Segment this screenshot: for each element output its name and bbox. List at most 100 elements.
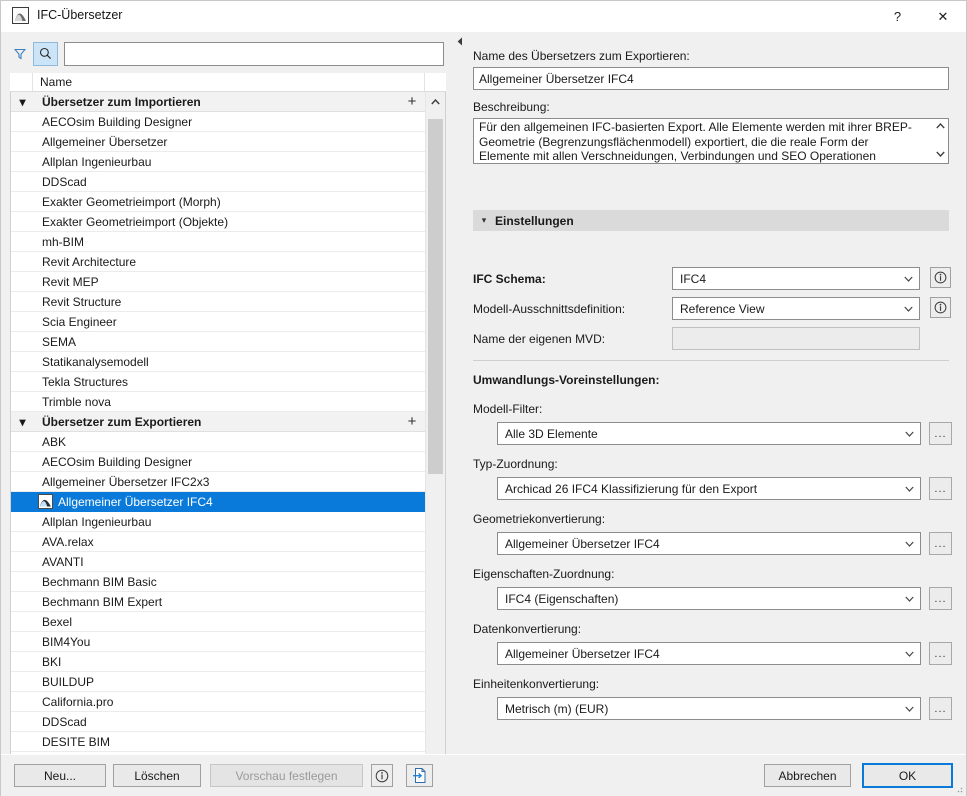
description-label: Beschreibung: [473,100,550,114]
typ-zuordnung-more-button[interactable]: ... [929,477,952,500]
add-import-translator-button[interactable]: + [399,93,425,110]
list-item[interactable]: Exakter Geometrieimport (Objekte) [11,212,425,232]
list-item[interactable]: Exakter Geometrieimport (Morph) [11,192,425,212]
list-item[interactable]: Bexel [11,612,425,632]
search-row [10,41,446,66]
list-item[interactable]: AECOsim Building Designer [11,452,425,472]
list-item[interactable]: DESITE BIM [11,732,425,752]
list-item[interactable]: DDScad [11,712,425,732]
mvd-info-button[interactable] [930,297,951,318]
chevron-down-icon[interactable] [897,276,919,282]
list-item[interactable]: Revit MEP [11,272,425,292]
chevron-down-icon[interactable] [898,431,920,437]
modell-filter-more-button[interactable]: ... [929,422,952,445]
list-item[interactable]: SEMA [11,332,425,352]
list-item-selected[interactable]: Allgemeiner Übersetzer IFC4 [11,492,425,512]
translator-settings-panel: Name des Übersetzers zum Exportieren: Be… [464,32,966,795]
panel-splitter[interactable] [456,32,464,795]
mvd-select[interactable]: Reference View [672,297,920,320]
archicad-icon [12,7,29,24]
footer-info-button[interactable] [371,764,393,787]
export-file-button[interactable] [406,764,433,787]
collapse-left-panel-icon[interactable] [456,35,464,47]
list-item[interactable]: BUILDUP [11,672,425,692]
resize-grip-icon[interactable] [953,783,963,793]
filter-icon[interactable] [10,43,30,65]
datenkonvertierung-more-button[interactable]: ... [929,642,952,665]
chevron-down-icon[interactable] [898,596,920,602]
description-scrollbar[interactable] [932,119,948,163]
new-button[interactable]: Neu... [14,764,106,787]
scroll-up-icon[interactable] [426,92,445,111]
list-item[interactable]: AVANTI [11,552,425,572]
list-item[interactable]: Statikanalysemodell [11,352,425,372]
chevron-down-icon[interactable] [898,706,920,712]
list-item-label-wrap: Allgemeiner Übersetzer IFC4 [34,494,425,509]
list-item[interactable]: Bechmann BIM Basic [11,572,425,592]
help-button[interactable]: ? [875,1,920,32]
list-item[interactable]: California.pro [11,692,425,712]
chevron-down-icon[interactable] [898,651,920,657]
list-item[interactable]: AVA.relax [11,532,425,552]
list-item[interactable]: ABK [11,432,425,452]
delete-button[interactable]: Löschen [113,764,201,787]
chevron-down-icon[interactable]: ▾ [11,415,34,429]
list-item[interactable]: Allplan Ingenieurbau [11,152,425,172]
scrollbar-thumb[interactable] [428,119,443,474]
list-item[interactable]: mh-BIM [11,232,425,252]
list-item[interactable]: BKI [11,652,425,672]
chevron-down-icon[interactable] [898,486,920,492]
ok-button[interactable]: OK [862,763,953,788]
einheitenkonvertierung-more-button[interactable]: ... [929,697,952,720]
description-textarea[interactable]: Für den allgemeinen IFC-basierten Export… [473,118,949,164]
list-item[interactable]: Allgemeiner Übersetzer [11,132,425,152]
list-group-export[interactable]: ▾ Übersetzer zum Exportieren + [11,412,425,432]
list-item[interactable]: Allplan Ingenieurbau [11,512,425,532]
list-group-label: Übersetzer zum Exportieren [34,415,399,429]
field-label-geometriekonvertierung: Geometriekonvertierung: [473,512,605,526]
list-item[interactable]: DDScad [11,172,425,192]
search-input[interactable] [64,42,444,66]
add-export-translator-button[interactable]: + [399,413,425,430]
list-item-label: BIM4You [34,635,425,649]
search-icon[interactable] [33,42,58,66]
ifc-schema-info-button[interactable] [930,267,951,288]
list-item[interactable]: AECOsim Building Designer [11,112,425,132]
description-scroll-up-icon[interactable] [932,119,948,133]
typ-zuordnung-select[interactable]: Archicad 26 IFC4 Klassifizierung für den… [497,477,921,500]
list-item[interactable]: Bechmann BIM Expert [11,592,425,612]
translator-name-input[interactable] [473,67,949,90]
settings-section-header[interactable]: ▾ Einstellungen [473,210,949,231]
chevron-down-icon[interactable] [898,541,920,547]
datenkonvertierung-value: Allgemeiner Übersetzer IFC4 [498,647,898,661]
window-controls: ? ✕ [875,1,966,32]
list-item-label: SEMA [34,335,425,349]
datenkonvertierung-select[interactable]: Allgemeiner Übersetzer IFC4 [497,642,921,665]
custom-mvd-input[interactable] [672,327,920,350]
list-item[interactable]: BIM4You [11,632,425,652]
translator-icon [38,494,53,509]
list-vertical-scrollbar[interactable] [425,92,445,783]
chevron-down-icon[interactable] [897,306,919,312]
chevron-down-icon[interactable]: ▾ [473,215,495,226]
geometriekonvertierung-more-button[interactable]: ... [929,532,952,555]
einheitenkonvertierung-value: Metrisch (m) (EUR) [498,702,898,716]
chevron-down-icon[interactable]: ▾ [11,95,34,109]
list-item[interactable]: Scia Engineer [11,312,425,332]
eigenschaften-zuordnung-more-button[interactable]: ... [929,587,952,610]
list-item[interactable]: Trimble nova [11,392,425,412]
list-item[interactable]: Tekla Structures [11,372,425,392]
eigenschaften-zuordnung-select[interactable]: IFC4 (Eigenschaften) [497,587,921,610]
list-item[interactable]: Revit Structure [11,292,425,312]
description-scroll-down-icon[interactable] [932,147,948,161]
list-item[interactable]: Revit Architecture [11,252,425,272]
cancel-button[interactable]: Abbrechen [764,764,851,787]
list-item[interactable]: Allgemeiner Übersetzer IFC2x3 [11,472,425,492]
einheitenkonvertierung-select[interactable]: Metrisch (m) (EUR) [497,697,921,720]
ifc-schema-select[interactable]: IFC4 [672,267,920,290]
close-button[interactable]: ✕ [920,1,966,32]
list-group-import[interactable]: ▾ Übersetzer zum Importieren + [11,92,425,112]
modell-filter-select[interactable]: Alle 3D Elemente [497,422,921,445]
geometriekonvertierung-select[interactable]: Allgemeiner Übersetzer IFC4 [497,532,921,555]
list-item-label: DDScad [34,715,425,729]
